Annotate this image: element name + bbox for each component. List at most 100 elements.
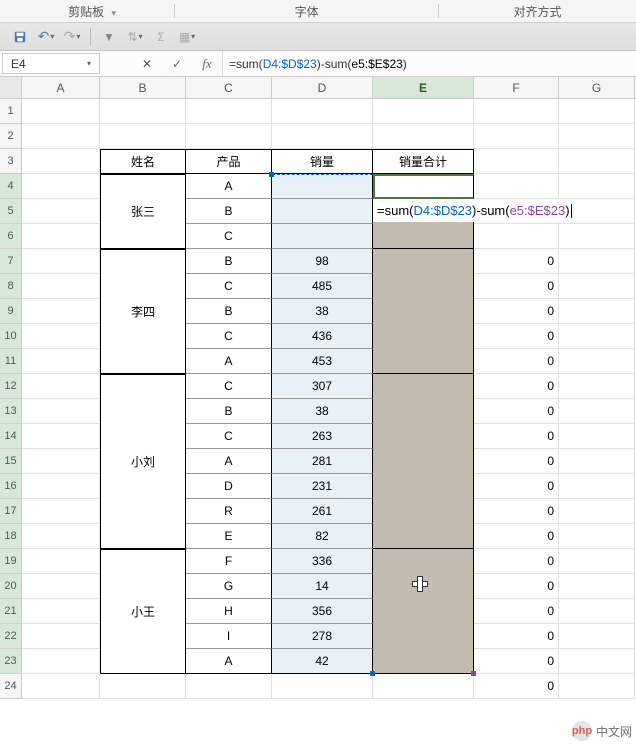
undo-button[interactable]: ↶▾: [34, 25, 58, 49]
cell-D22[interactable]: 278: [272, 624, 373, 649]
cell-E4[interactable]: [373, 174, 474, 199]
cell-D6[interactable]: [272, 224, 373, 249]
cell-A9[interactable]: [22, 299, 100, 324]
cell-E23[interactable]: [373, 649, 474, 674]
cancel-formula-button[interactable]: ✕: [136, 54, 158, 74]
cell-F19[interactable]: 0: [474, 549, 559, 574]
cell-G18[interactable]: [559, 524, 635, 549]
cell-G16[interactable]: [559, 474, 635, 499]
cell-G10[interactable]: [559, 324, 635, 349]
cell-E10[interactable]: [373, 324, 474, 349]
cell-A10[interactable]: [22, 324, 100, 349]
row-header-2[interactable]: 2: [0, 124, 22, 149]
cell-F22[interactable]: 0: [474, 624, 559, 649]
row-header-20[interactable]: 20: [0, 574, 22, 599]
cell-B23[interactable]: [100, 649, 186, 674]
cell-B16[interactable]: [100, 474, 186, 499]
cell-G1[interactable]: [559, 99, 635, 124]
cell-C5[interactable]: B: [186, 199, 272, 224]
cell-G20[interactable]: [559, 574, 635, 599]
filter-button[interactable]: ▼: [97, 25, 121, 49]
cell-F24[interactable]: 0: [474, 674, 559, 699]
cell-D10[interactable]: 436: [272, 324, 373, 349]
row-header-22[interactable]: 22: [0, 624, 22, 649]
cell-B17[interactable]: [100, 499, 186, 524]
cell-D8[interactable]: 485: [272, 274, 373, 299]
cell-B14[interactable]: [100, 424, 186, 449]
cell-E16[interactable]: [373, 474, 474, 499]
cell-G15[interactable]: [559, 449, 635, 474]
cell-C19[interactable]: F: [186, 549, 272, 574]
row-header-1[interactable]: 1: [0, 99, 22, 124]
cell-F15[interactable]: 0: [474, 449, 559, 474]
cell-A22[interactable]: [22, 624, 100, 649]
cell-D24[interactable]: [272, 674, 373, 699]
cell-E22[interactable]: [373, 624, 474, 649]
cell-F13[interactable]: 0: [474, 399, 559, 424]
cell-F2[interactable]: [474, 124, 559, 149]
cell-A14[interactable]: [22, 424, 100, 449]
spreadsheet-grid[interactable]: A B C D E F G 123姓名产品销量销量合计4A5张三B=sum(D4…: [0, 77, 636, 699]
cell-C17[interactable]: R: [186, 499, 272, 524]
cell-F20[interactable]: 0: [474, 574, 559, 599]
cell-A2[interactable]: [22, 124, 100, 149]
cell-B7[interactable]: [100, 249, 186, 274]
row-header-10[interactable]: 10: [0, 324, 22, 349]
row-header-5[interactable]: 5: [0, 199, 22, 224]
cell-B9[interactable]: 李四: [100, 299, 186, 324]
cell-C2[interactable]: [186, 124, 272, 149]
row-header-15[interactable]: 15: [0, 449, 22, 474]
cell-A24[interactable]: [22, 674, 100, 699]
row-header-3[interactable]: 3: [0, 149, 22, 174]
cell-C8[interactable]: C: [186, 274, 272, 299]
cell-C11[interactable]: A: [186, 349, 272, 374]
cell-E18[interactable]: [373, 524, 474, 549]
cell-G13[interactable]: [559, 399, 635, 424]
cell-A21[interactable]: [22, 599, 100, 624]
cell-A16[interactable]: [22, 474, 100, 499]
cell-G8[interactable]: [559, 274, 635, 299]
cell-B3[interactable]: 姓名: [100, 149, 186, 174]
cell-B19[interactable]: [100, 549, 186, 574]
cell-C23[interactable]: A: [186, 649, 272, 674]
cell-G21[interactable]: [559, 599, 635, 624]
cell-G14[interactable]: [559, 424, 635, 449]
cell-G2[interactable]: [559, 124, 635, 149]
cell-C20[interactable]: G: [186, 574, 272, 599]
col-header-A[interactable]: A: [22, 77, 100, 98]
cell-A1[interactable]: [22, 99, 100, 124]
cell-C9[interactable]: B: [186, 299, 272, 324]
row-header-19[interactable]: 19: [0, 549, 22, 574]
cell-F23[interactable]: 0: [474, 649, 559, 674]
cell-F11[interactable]: 0: [474, 349, 559, 374]
cell-D7[interactable]: 98: [272, 249, 373, 274]
col-header-F[interactable]: F: [474, 77, 559, 98]
cell-B12[interactable]: [100, 374, 186, 399]
cell-C12[interactable]: C: [186, 374, 272, 399]
cell-F7[interactable]: 0: [474, 249, 559, 274]
fx-button[interactable]: fx: [196, 54, 218, 74]
cell-E14[interactable]: [373, 424, 474, 449]
cell-C14[interactable]: C: [186, 424, 272, 449]
cell-D19[interactable]: 336: [272, 549, 373, 574]
cell-C16[interactable]: D: [186, 474, 272, 499]
cell-F10[interactable]: 0: [474, 324, 559, 349]
cell-D4[interactable]: [272, 174, 373, 199]
cell-E3[interactable]: 销量合计: [373, 149, 474, 174]
cell-A17[interactable]: [22, 499, 100, 524]
cell-B20[interactable]: [100, 574, 186, 599]
cell-D11[interactable]: 453: [272, 349, 373, 374]
cell-E21[interactable]: [373, 599, 474, 624]
cell-D14[interactable]: 263: [272, 424, 373, 449]
cell-B24[interactable]: [100, 674, 186, 699]
cell-G3[interactable]: [559, 149, 635, 174]
cell-A15[interactable]: [22, 449, 100, 474]
cell-G7[interactable]: [559, 249, 635, 274]
sum-button[interactable]: Σ: [149, 25, 173, 49]
row-header-14[interactable]: 14: [0, 424, 22, 449]
cell-B8[interactable]: [100, 274, 186, 299]
cell-F21[interactable]: 0: [474, 599, 559, 624]
cell-E12[interactable]: [373, 374, 474, 399]
grid-button[interactable]: ▦▾: [175, 25, 199, 49]
cell-G17[interactable]: [559, 499, 635, 524]
